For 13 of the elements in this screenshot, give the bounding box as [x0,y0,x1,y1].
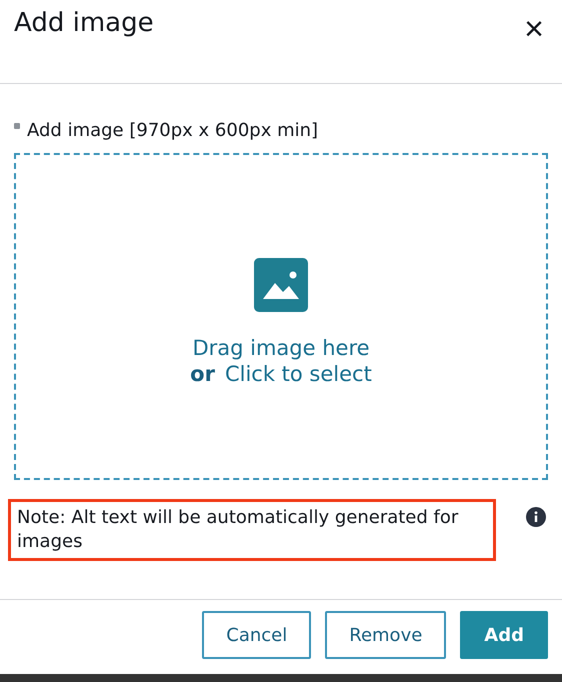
select-link[interactable]: Click to select [224,362,372,386]
or-text: or [190,362,215,386]
drop-instruction: Drag image here [192,336,370,360]
info-icon[interactable] [526,507,546,527]
drop-zone[interactable]: Drag image here or Click to select [14,153,548,480]
close-button[interactable]: × [520,12,548,46]
field-label: Add image [970px x 600px min] [27,120,318,140]
dialog-button[interactable]: Remove [325,611,446,659]
add-button[interactable]: Add [460,611,548,659]
note-text: Note: Alt text will be automatically generated for images [8,499,496,561]
dialog-button[interactable]: Cancel [202,611,312,659]
image-icon [254,258,308,312]
dialog-title: Add image [14,8,154,38]
